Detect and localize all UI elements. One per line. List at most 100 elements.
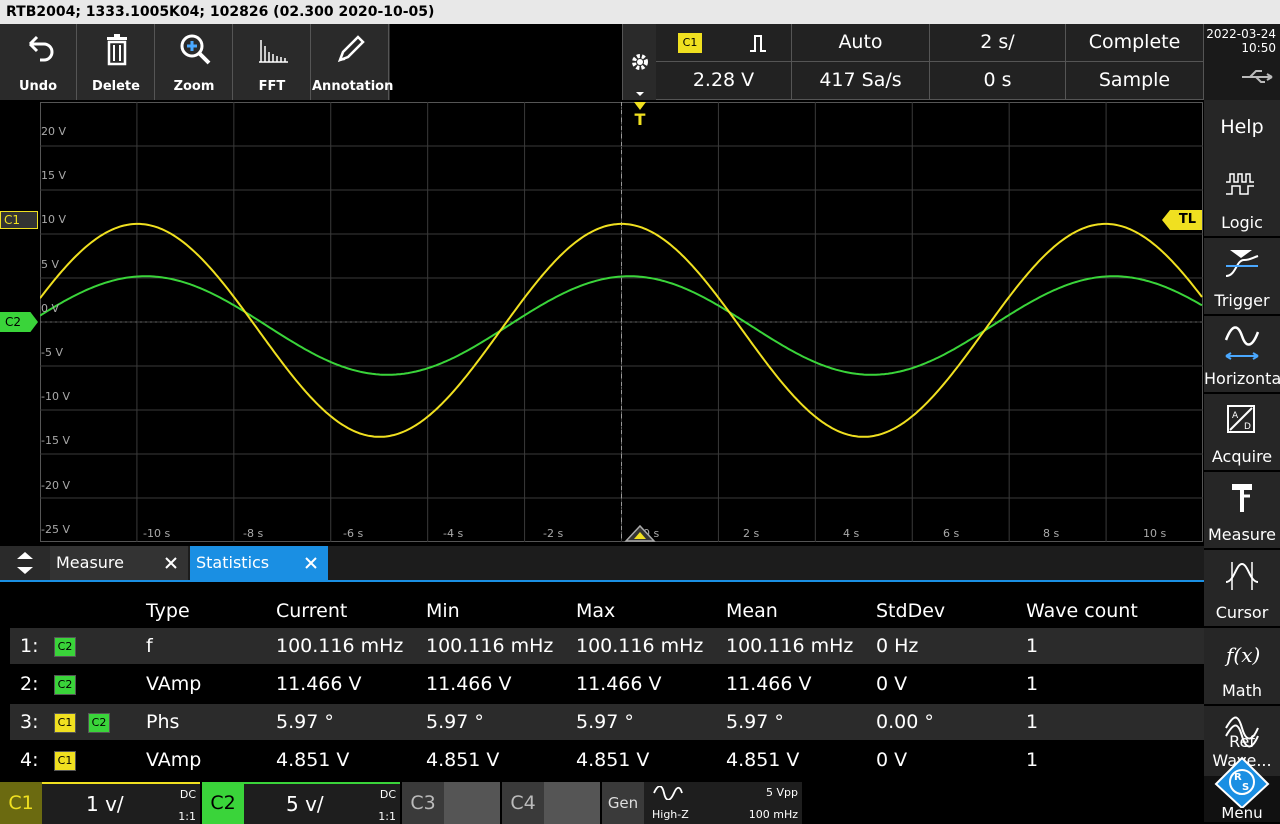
cell-max: 5.97 ° <box>576 711 634 733</box>
waveform-display[interactable] <box>40 102 1203 542</box>
toolbar: Undo Delete Zoom FFT Annotation <box>0 24 394 100</box>
undo-label: Undo <box>18 79 58 94</box>
timebase[interactable]: 2 s/ <box>930 24 1066 62</box>
c1-coupling: DC <box>179 788 196 801</box>
trigger-source-cell[interactable]: C1 <box>656 24 792 62</box>
menu-label: Menu <box>1221 804 1263 822</box>
channel-bar: C1 1 v/ DC 1:1 C2 5 v/ DC 1:1 C3 C4 Gen … <box>0 782 1204 824</box>
horizontal-button[interactable]: Horizontal <box>1204 316 1280 394</box>
menu-button[interactable]: RS Menu <box>1204 756 1280 824</box>
window-title: RTB2004; 1333.1005K04; 102826 (02.300 20… <box>0 0 1280 24</box>
cursor-button[interactable]: Cursor <box>1204 550 1280 628</box>
zoom-icon <box>180 34 211 65</box>
c2-channel-button[interactable]: C2 <box>202 782 244 824</box>
c4-settings[interactable] <box>544 782 600 824</box>
undo-button[interactable]: Undo <box>0 24 77 100</box>
tab-measure[interactable]: Measure <box>50 546 188 580</box>
delete-label: Delete <box>92 79 140 94</box>
c1-ratio: 1:1 <box>178 810 196 823</box>
annotation-button[interactable]: Annotation <box>312 24 394 100</box>
c3-settings[interactable] <box>444 782 500 824</box>
horizontal-icon <box>1224 326 1260 360</box>
svg-text:R: R <box>1234 772 1242 783</box>
x-tick-label: 8 s <box>1043 527 1060 540</box>
trigger-time-marker-icon[interactable] <box>624 524 656 542</box>
x-tick-label: -2 s <box>543 527 564 540</box>
table-row[interactable]: 3: C1 C2 Phs 5.97 ° 5.97 ° 5.97 ° 5.97 ° 0.00 ° 1 <box>10 704 1204 740</box>
math-button[interactable]: f(x) Math <box>1204 628 1280 706</box>
time-offset[interactable]: 0 s <box>930 62 1066 100</box>
horizontal-label: Horizontal <box>1204 369 1280 388</box>
result-tabs: Measure Statistics <box>0 546 1204 582</box>
c2-offset-marker[interactable]: C2 <box>0 312 38 332</box>
time: 10:50 <box>1241 41 1276 55</box>
measure-button[interactable]: Measure <box>1204 472 1280 550</box>
y-tick-label: -5 V <box>41 346 63 359</box>
acquire-button[interactable]: AD Acquire <box>1204 394 1280 472</box>
trigger-button[interactable]: Trigger <box>1204 238 1280 316</box>
col-header-max: Max <box>576 600 616 622</box>
tab-statistics[interactable]: Statistics <box>190 546 328 580</box>
col-header-wave-count: Wave count <box>1026 600 1138 622</box>
y-tick-label: -10 V <box>41 390 70 404</box>
trigger-level[interactable]: 2.28 V <box>656 62 792 100</box>
x-tick-label: 4 s <box>843 527 860 540</box>
close-icon[interactable] <box>304 556 318 570</box>
y-tick-label: -25 V <box>41 522 70 536</box>
c3-channel-button[interactable]: C3 <box>402 782 444 824</box>
row-index: 4: <box>20 749 39 771</box>
close-icon[interactable] <box>164 556 178 570</box>
table-row[interactable]: 1: C2 f 100.116 mHz 100.116 mHz 100.116 mHz 10… <box>10 628 1204 664</box>
trigger-marker-label: T <box>634 110 646 129</box>
trigger-position-marker[interactable]: T <box>632 102 648 129</box>
fft-button[interactable]: FFT <box>234 24 311 100</box>
sample-rate[interactable]: 417 Sa/s <box>792 62 930 100</box>
tab-measure-label: Measure <box>56 553 124 572</box>
x-tick-label: -6 s <box>343 527 364 540</box>
y-tick-label: 5 V <box>41 257 60 271</box>
cell-min: 5.97 ° <box>426 711 484 733</box>
generator-settings[interactable]: High-Z 5 Vpp 100 mHz <box>644 782 802 824</box>
cell-type: Phs <box>146 711 180 733</box>
cell-std: 0.00 ° <box>876 711 934 733</box>
acquisition-mode[interactable]: Sample <box>1066 62 1204 100</box>
y-tick-label: 20 V <box>41 125 67 138</box>
logic-button[interactable]: Logic <box>1204 160 1280 238</box>
cell-max: 4.851 V <box>576 749 650 771</box>
zoom-label: Zoom <box>173 79 215 94</box>
cell-std: 0 Hz <box>876 635 919 657</box>
trigger-icon <box>1225 250 1259 277</box>
c4-channel-button[interactable]: C4 <box>502 782 544 824</box>
delete-button[interactable]: Delete <box>78 24 155 100</box>
generator-frequency: 100 mHz <box>748 808 798 821</box>
acquire-icon: AD <box>1227 405 1255 433</box>
svg-text:S: S <box>1242 782 1249 793</box>
c1-settings[interactable]: 1 v/ DC 1:1 <box>42 782 200 824</box>
col-header-mean: Mean <box>726 600 778 622</box>
col-header-type: Type <box>146 600 190 622</box>
x-tick-label: 2 s <box>743 527 760 540</box>
generator-amplitude: 5 Vpp <box>766 786 798 799</box>
y-tick-label: -20 V <box>41 478 70 492</box>
up-down-arrows-icon <box>17 552 33 574</box>
cell-max: 11.466 V <box>576 673 662 695</box>
y-tick-label: 10 V <box>41 213 67 227</box>
gear-icon <box>632 54 648 96</box>
c1-channel-button[interactable]: C1 <box>0 782 42 824</box>
collapse-panel-button[interactable] <box>0 546 50 580</box>
cursor-label: Cursor <box>1215 603 1269 622</box>
zoom-button[interactable]: Zoom <box>156 24 233 100</box>
c1-scale: 1 v/ <box>86 792 124 816</box>
cell-type: VAmp <box>146 673 202 695</box>
trigger-level-marker[interactable]: TL <box>1162 210 1202 230</box>
table-row[interactable]: 4: C1 VAmp 4.851 V 4.851 V 4.851 V 4.851 V 0 V 1 <box>10 742 1204 778</box>
settings-button[interactable] <box>622 24 656 100</box>
c1-offset-marker[interactable]: C1 <box>0 211 38 229</box>
c2-settings[interactable]: 5 v/ DC 1:1 <box>244 782 400 824</box>
y-tick-label: 0 V <box>41 301 60 315</box>
table-row[interactable]: 2: C2 VAmp 11.466 V 11.466 V 11.466 V 11.466 V… <box>10 666 1204 702</box>
annotation-label: Annotation <box>312 79 394 94</box>
generator-button[interactable]: Gen <box>602 782 644 824</box>
trigger-mode[interactable]: Auto <box>792 24 930 62</box>
acquisition-status[interactable]: Complete <box>1066 24 1204 62</box>
